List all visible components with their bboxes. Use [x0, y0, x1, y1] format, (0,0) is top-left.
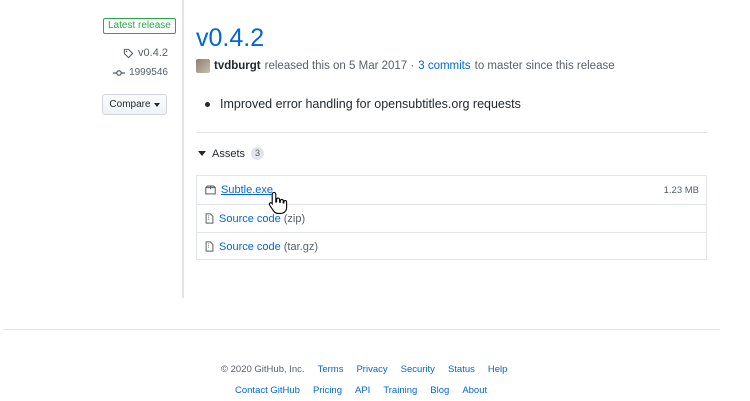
release-title[interactable]: v0.4.2: [196, 22, 264, 54]
footer-link-blog[interactable]: Blog: [430, 385, 449, 396]
footer-link-terms[interactable]: Terms: [318, 364, 344, 375]
asset-link-source-targz[interactable]: Source code: [219, 241, 281, 253]
compare-button-label: Compare: [109, 99, 151, 110]
asset-link-subtle-exe[interactable]: Subtle.exe: [221, 184, 273, 196]
release-notes-item: Improved error handling for opensubtitle…: [205, 97, 521, 111]
hand-pointer-icon: [268, 191, 288, 214]
tag-icon: [123, 48, 134, 58]
file-zip-icon: [205, 213, 214, 224]
footer-link-privacy[interactable]: Privacy: [356, 364, 387, 375]
footer-link-training[interactable]: Training: [383, 385, 417, 396]
release-meta: tvdburgt released this on 5 Mar 2017 · 3…: [196, 59, 615, 73]
commits-suffix: to master since this release: [474, 60, 615, 72]
release-tag-label: v0.4.2: [138, 47, 168, 59]
caret-down-icon: [153, 102, 160, 107]
release-commit-sha: 1999546: [129, 67, 168, 78]
assets-toggle[interactable]: Assets 3: [198, 147, 265, 160]
asset-format-targz[interactable]: (tar.gz): [284, 241, 318, 253]
release-date-text: released this on 5 Mar 2017 ·: [264, 60, 415, 72]
package-icon: [205, 185, 216, 195]
assets-count-badge: 3: [251, 147, 265, 160]
asset-size: 1.23 MB: [663, 184, 699, 196]
release-note-text: Improved error handling for opensubtitle…: [220, 97, 521, 111]
commits-link[interactable]: 3 commits: [418, 60, 470, 72]
asset-row: Source code (tar.gz): [197, 232, 706, 260]
footer-link-help[interactable]: Help: [488, 364, 508, 375]
release-tag[interactable]: v0.4.2: [123, 47, 168, 59]
footer-copyright: © 2020 GitHub, Inc.: [221, 364, 305, 375]
triangle-down-icon: [198, 151, 206, 156]
footer-row-2: Contact GitHub Pricing API Training Blog…: [235, 385, 487, 396]
release-commit[interactable]: 1999546: [113, 67, 168, 78]
footer-link-about[interactable]: About: [462, 385, 487, 396]
footer-link-api[interactable]: API: [355, 385, 370, 396]
footer-link-contact[interactable]: Contact GitHub: [235, 385, 300, 396]
assets-header-label: Assets: [212, 147, 246, 160]
assets-list: Subtle.exe 1.23 MB Source code (zip) Sou…: [196, 175, 707, 260]
git-commit-icon: [113, 69, 126, 76]
bullet-icon: [205, 101, 210, 107]
section-divider: [196, 132, 707, 133]
footer-row-1: © 2020 GitHub, Inc. Terms Privacy Securi…: [221, 364, 507, 375]
timeline-divider: [182, 0, 184, 298]
footer-link-security[interactable]: Security: [401, 364, 435, 375]
avatar[interactable]: [196, 59, 210, 73]
footer-link-status[interactable]: Status: [448, 364, 475, 375]
file-zip-icon: [205, 241, 214, 252]
footer-link-pricing[interactable]: Pricing: [313, 385, 342, 396]
release-author[interactable]: tvdburgt: [214, 60, 261, 72]
compare-button[interactable]: Compare: [102, 94, 167, 115]
latest-release-badge: Latest release: [103, 18, 176, 34]
footer-divider: [3, 329, 720, 330]
